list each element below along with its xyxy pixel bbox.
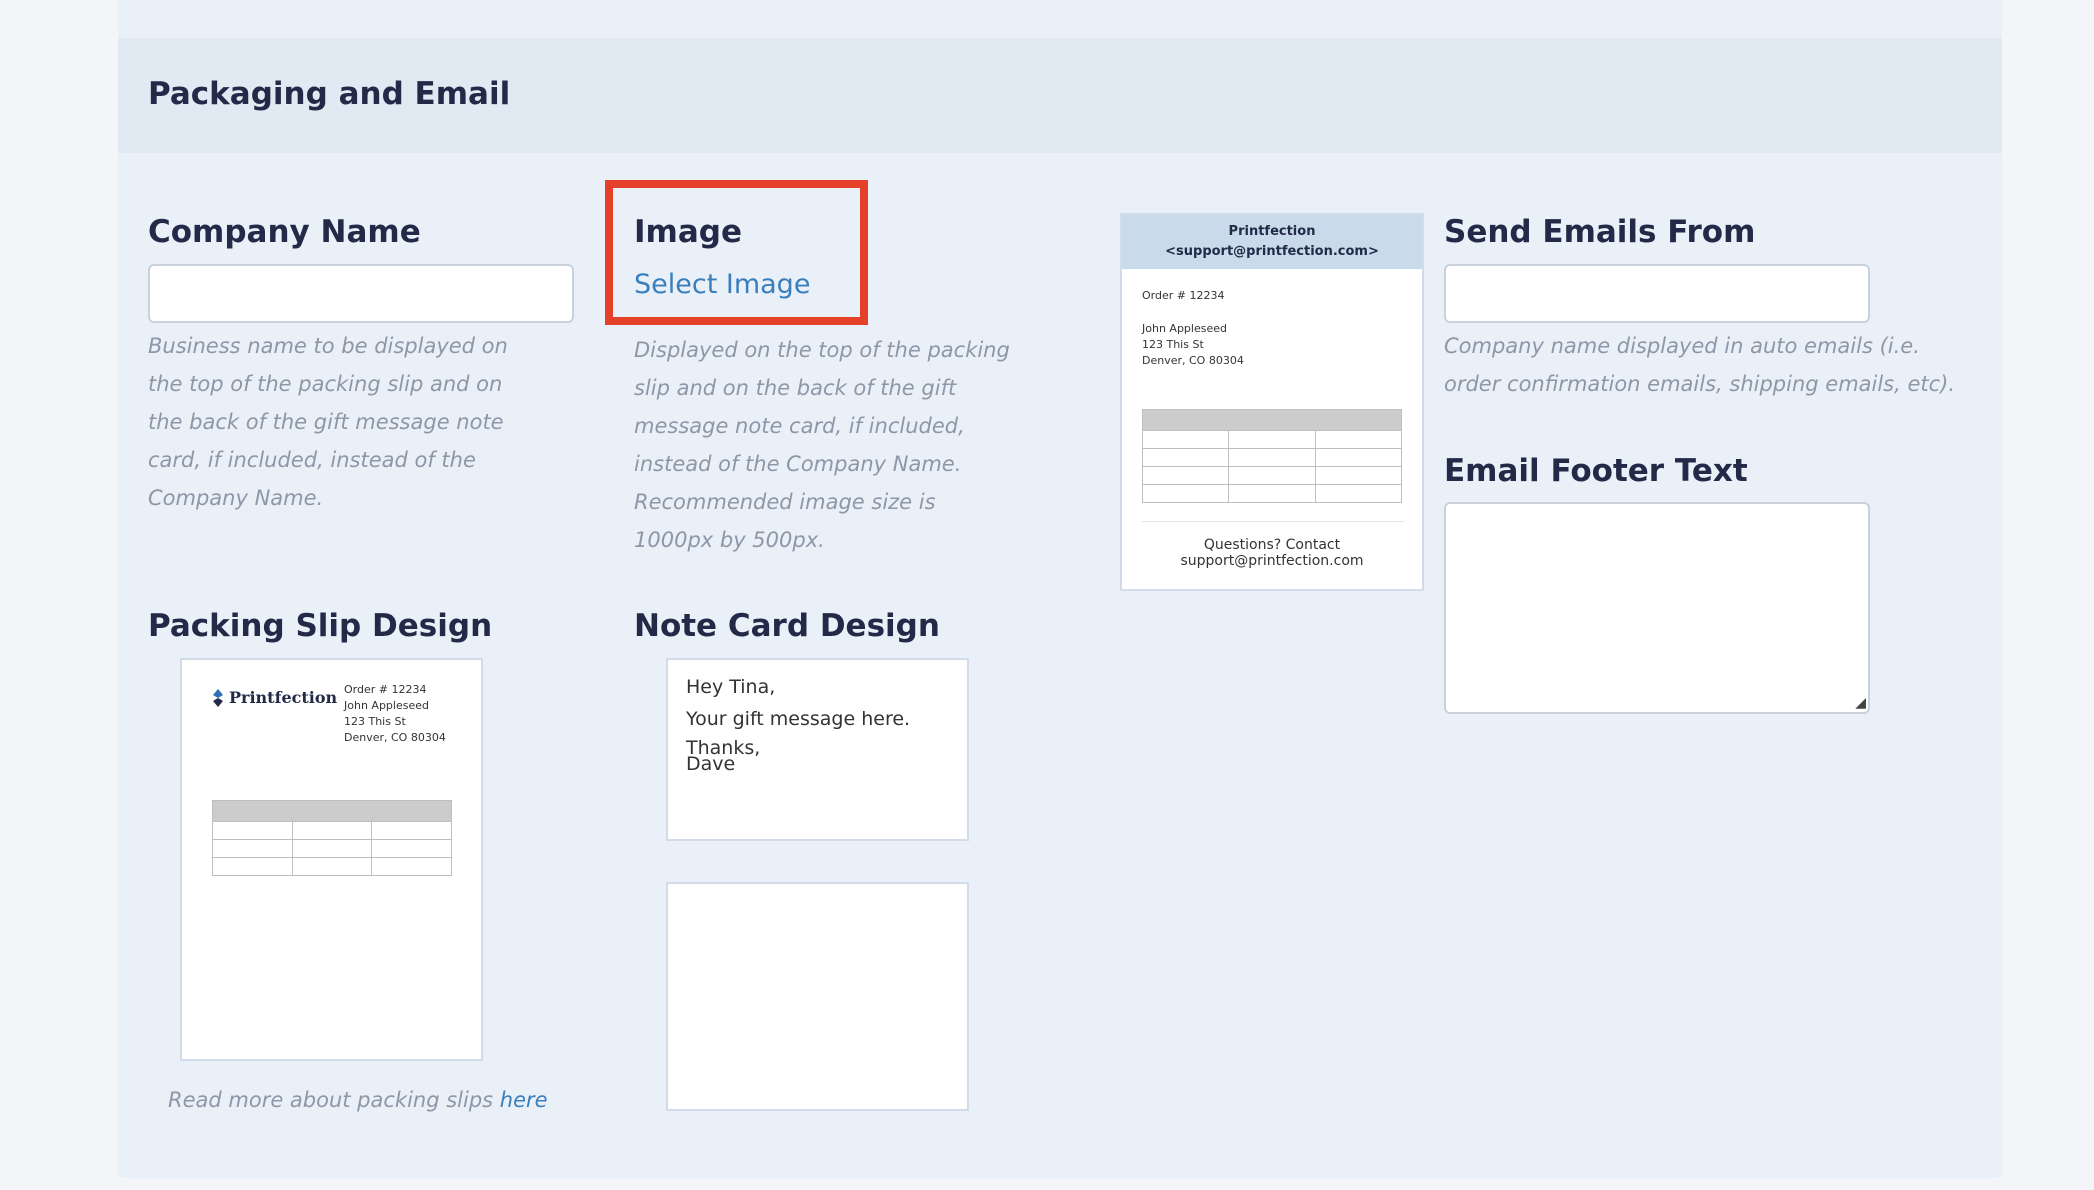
packing-slip-address-line: Denver, CO 80304 (344, 731, 446, 744)
packing-slip-table (212, 800, 452, 876)
select-image-link[interactable]: Select Image (634, 269, 810, 300)
email-footer-label: Email Footer Text (1444, 453, 1748, 489)
note-card-greeting: Hey Tina, (686, 676, 776, 698)
email-footer-line: support@printfection.com (1180, 553, 1364, 569)
note-card-signoff: Thanks, Dave (686, 739, 760, 774)
note-card-label: Note Card Design (634, 608, 940, 644)
packing-slip-preview: Printfection Order # 12234 John Applesee… (180, 658, 483, 1061)
packing-slip-address: Order # 12234 John Appleseed 123 This St… (344, 682, 446, 746)
email-from-name: Printfection (1228, 224, 1316, 239)
resize-handle-icon[interactable]: ◢ (1852, 696, 1866, 710)
note-card-back-preview (666, 882, 969, 1111)
email-footer-textarea[interactable]: ◢ (1444, 502, 1870, 714)
email-address-line: 123 This St (1142, 338, 1204, 351)
email-items-table (1142, 409, 1402, 503)
note-card-message: Your gift message here. (686, 708, 911, 730)
email-preview-header: Printfection <support@printfection.com> (1122, 215, 1422, 269)
printfection-logo-icon (213, 688, 223, 707)
packing-slip-read-more: Read more about packing slips here (168, 1088, 548, 1112)
image-help: Displayed on the top of the packing slip… (634, 338, 1010, 552)
read-more-text: Read more about packing slips (168, 1088, 500, 1112)
email-address-line: John Appleseed (1142, 322, 1227, 335)
company-name-label: Company Name (148, 214, 421, 250)
email-address-block: John Appleseed 123 This St Denver, CO 80… (1142, 321, 1244, 369)
email-divider (1142, 521, 1404, 522)
email-preview: Printfection <support@printfection.com> … (1120, 213, 1424, 591)
company-name-input[interactable] (148, 264, 574, 323)
send-emails-from-help: Company name displayed in auto emails (i… (1444, 334, 1956, 396)
image-label: Image (634, 214, 742, 250)
section-title: Packaging and Email (148, 76, 511, 112)
email-address-line: Denver, CO 80304 (1142, 354, 1244, 367)
packing-slip-label: Packing Slip Design (148, 608, 493, 644)
note-card-front-preview: Hey Tina, Your gift message here. Thanks… (666, 658, 969, 841)
image-field-highlight (605, 180, 868, 325)
packing-slip-order: Order # 12234 (344, 683, 427, 696)
printfection-logo: Printfection (212, 688, 337, 707)
email-order-number: Order # 12234 (1142, 289, 1225, 302)
send-emails-from-input[interactable] (1444, 264, 1870, 323)
packing-slip-address-line: John Appleseed (344, 699, 429, 712)
send-emails-from-label: Send Emails From (1444, 214, 1756, 250)
packing-slip-here-link[interactable]: here (500, 1088, 548, 1112)
email-preview-footer: Questions? Contact support@printfection.… (1122, 537, 1422, 569)
company-name-help: Business name to be displayed on the top… (148, 334, 508, 510)
email-from-address: <support@printfection.com> (1165, 244, 1379, 259)
logo-text: Printfection (229, 688, 338, 707)
packing-slip-address-line: 123 This St (344, 715, 406, 728)
email-footer-line: Questions? Contact (1203, 537, 1341, 553)
